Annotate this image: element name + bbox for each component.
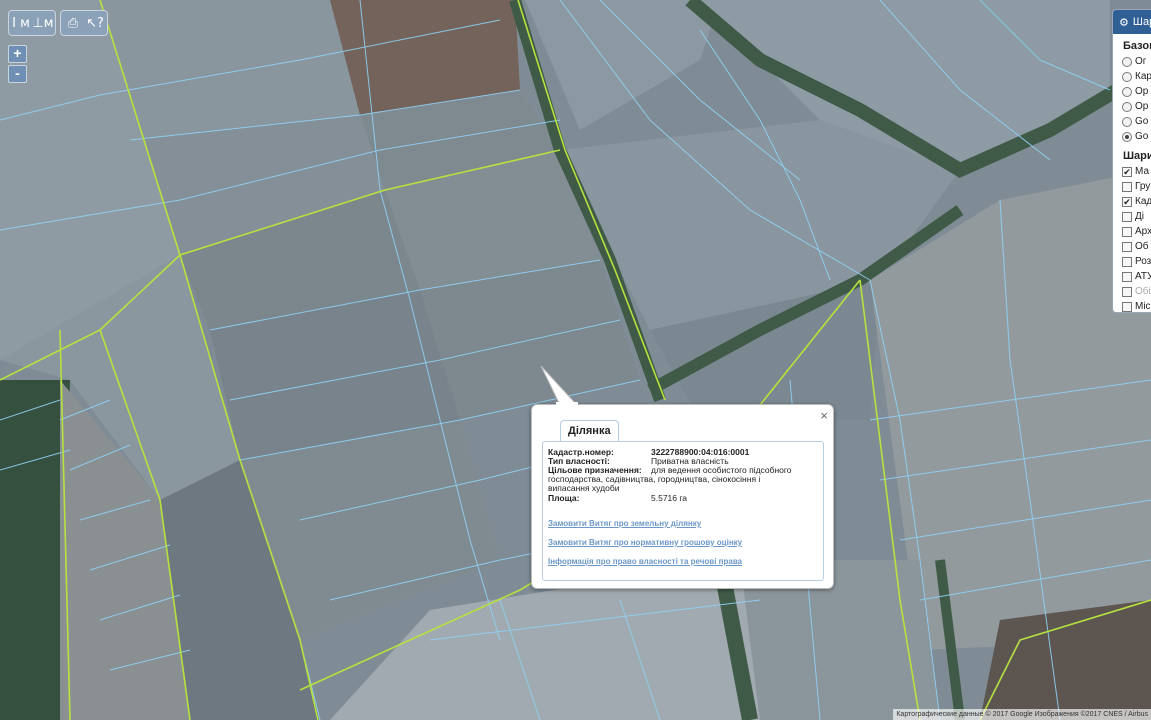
base-layer-label: Go [1135,116,1149,127]
popup-pointer [540,366,578,406]
overlay-layer-label: Роз [1135,256,1151,267]
radio-icon[interactable] [1122,116,1132,127]
identify-icon[interactable]: ↖? [84,12,106,34]
layers-panel-title: Шар [1132,16,1151,28]
radio-icon[interactable] [1122,56,1132,67]
overlay-layer-label: Кад [1135,196,1151,207]
base-layer-label: Кар [1135,71,1151,82]
radio-icon[interactable] [1122,131,1132,142]
order-parcel-extract-link[interactable]: Замовити Витяг про земельну ділянку [548,519,701,528]
radio-icon[interactable] [1122,86,1132,97]
purpose-value-line-3: випасання худоби [548,483,620,493]
parcel-info-panel: Кадастр.номер: 3222788900:04:016:0001 Ти… [542,441,824,581]
base-layer-label: Ор [1135,86,1149,97]
zoom-in-button[interactable]: + [8,45,27,63]
overlay-layer-label: Ді [1135,211,1144,222]
close-icon[interactable]: × [820,408,828,423]
base-layer-option[interactable]: Кар [1122,69,1151,84]
overlay-layer-option[interactable]: АТУ [1122,269,1151,284]
area-value: 5.5716 га [651,493,688,503]
checkbox-icon[interactable] [1122,211,1132,222]
checkbox-icon[interactable] [1122,226,1132,237]
parcel-popup: × Ділянка Кадастр.номер: 3222788900:04:0… [531,404,834,589]
print-tool-group: ⎙ ↖? [60,10,108,36]
overlay-layer-label: Обі [1135,286,1151,297]
measure-tool-group: I м ⊥м [8,10,56,36]
order-valuation-extract-link[interactable]: Замовити Витяг про нормативну грошову оц… [548,538,742,547]
overlay-layer-label: Арх [1135,226,1151,237]
overlay-layer-label: Міс [1135,301,1151,312]
checkbox-icon[interactable]: ✔ [1122,196,1132,207]
overlay-layer-label: Ма [1135,166,1150,177]
tab-parcel[interactable]: Ділянка [560,420,619,442]
base-layers-heading: Базові [1123,40,1151,52]
overlay-layer-label: АТУ [1135,271,1151,282]
overlay-layer-option[interactable]: Роз [1122,254,1151,269]
overlay-layer-option[interactable]: Міс [1122,299,1151,312]
base-layer-option[interactable]: Go [1122,114,1151,129]
checkbox-icon[interactable] [1122,241,1132,252]
zoom-out-button[interactable]: - [8,65,27,83]
base-layer-option[interactable]: Go [1122,129,1151,144]
base-layer-option[interactable]: Ор [1122,99,1151,114]
checkbox-icon[interactable] [1122,181,1132,192]
map-attribution: Картографические данные © 2017 Google Из… [893,709,1151,720]
measure-area-button[interactable]: ⊥м [32,12,54,34]
layers-panel: ⚙ Шар Базові ОгКарОрОрGoGo Шари ✔МаГру✔К… [1112,9,1151,313]
print-icon[interactable]: ⎙ [62,12,84,34]
base-layer-label: Go [1135,131,1149,142]
layers-panel-header[interactable]: ⚙ Шар [1113,10,1151,34]
overlay-layers-heading: Шари [1123,150,1151,162]
satellite-map[interactable] [0,0,1151,720]
base-layer-label: Ог [1135,56,1147,67]
overlay-layer-option[interactable]: ✔ Кад [1122,194,1151,209]
checkbox-icon[interactable]: ✔ [1122,166,1132,177]
overlay-layer-option[interactable]: ✔ Ма [1122,164,1151,179]
overlay-layer-label: Об [1135,241,1149,252]
checkbox-icon [1122,286,1132,297]
checkbox-icon[interactable] [1122,301,1132,312]
base-layer-option[interactable]: Ор [1122,84,1151,99]
measure-length-button[interactable]: I м [10,12,32,34]
radio-icon[interactable] [1122,71,1132,82]
overlay-layer-option[interactable]: Об [1122,239,1151,254]
map-toolbar: I м ⊥м ⎙ ↖? [8,10,108,36]
overlay-layer-option[interactable]: Арх [1122,224,1151,239]
base-layers-list: Ог Кар Ор Ор Go Go [1113,54,1151,144]
ownership-rights-info-link[interactable]: Інформація про право власності та речові… [548,557,742,566]
area-label: Площа: [548,493,580,503]
base-layer-option[interactable]: Ог [1122,54,1151,69]
checkbox-icon[interactable] [1122,256,1132,267]
overlay-layer-option[interactable]: Гру [1122,179,1151,194]
overlay-layers-list: ✔МаГру✔КадДіАрхОбРозАТУОбіМіс [1113,164,1151,312]
gear-icon: ⚙ [1119,16,1129,29]
radio-icon[interactable] [1122,101,1132,112]
overlay-layer-option: Обі [1122,284,1151,299]
base-layer-label: Ор [1135,101,1149,112]
zoom-control: + - [8,45,27,83]
checkbox-icon[interactable] [1122,271,1132,282]
overlay-layer-option[interactable]: Ді [1122,209,1151,224]
overlay-layer-label: Гру [1135,181,1151,192]
